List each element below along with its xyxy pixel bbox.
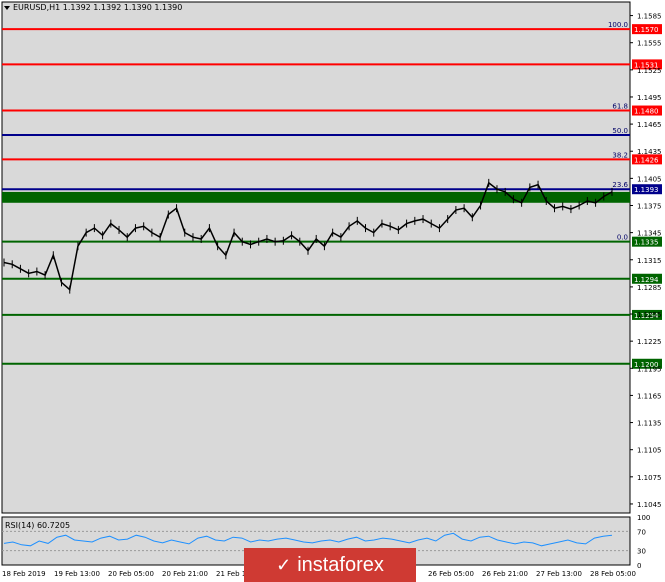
chart-title-text: EURUSD,H1 1.1392 1.1392 1.1390 1.1390	[13, 3, 183, 12]
price-tick-7: 1.1375	[637, 202, 662, 210]
time-tick-7: 27 Feb 13:00	[536, 570, 582, 578]
level-tag-4: 1.1426	[634, 156, 659, 164]
rsi-tick-3: 0	[637, 562, 641, 570]
price-tick-6: 1.1405	[637, 175, 662, 183]
instaforex-logo: ✓ instaforex	[244, 548, 416, 582]
price-tick-13: 1.1195	[637, 365, 662, 373]
fib-label-5: 23.6	[612, 181, 628, 189]
time-tick-1: 19 Feb 13:00	[54, 570, 100, 578]
time-tick-8: 28 Feb 05:00	[590, 570, 636, 578]
time-tick-2: 20 Feb 05:00	[108, 570, 154, 578]
price-tick-0: 1.1585	[637, 13, 662, 21]
fib-label-2: 61.8	[612, 103, 628, 111]
fib-label-6: 0.0	[617, 234, 628, 242]
price-tick-11: 1.1255	[637, 311, 662, 319]
level-tag-6: 1.1335	[634, 239, 659, 247]
instaforex-logo-icon: ✓	[276, 554, 292, 575]
dropdown-triangle-icon[interactable]	[4, 5, 10, 10]
chart-title: EURUSD,H1 1.1392 1.1392 1.1390 1.1390	[4, 3, 182, 12]
level-tag-7: 1.1294	[634, 276, 659, 284]
price-tick-16: 1.1105	[637, 447, 662, 455]
level-tag-0: 1.1570	[634, 26, 659, 34]
time-tick-4: 21 Feb 1	[216, 570, 246, 578]
price-tick-3: 1.1495	[637, 94, 662, 102]
price-tick-14: 1.1165	[637, 392, 662, 400]
price-tick-9: 1.1315	[637, 257, 662, 265]
price-tick-5: 1.1435	[637, 148, 662, 156]
price-tick-15: 1.1135	[637, 420, 662, 428]
chart-svg: 100.01.15701.153161.81.148050.038.21.142…	[0, 0, 665, 582]
price-tick-1: 1.1555	[637, 40, 662, 48]
price-tick-2: 1.1525	[637, 67, 662, 75]
fib-label-4: 38.2	[612, 151, 628, 159]
time-tick-0: 18 Feb 2019	[2, 570, 46, 578]
rsi-tick-1: 70	[637, 528, 646, 536]
price-tick-17: 1.1075	[637, 474, 662, 482]
level-tag-2: 1.1480	[634, 108, 659, 116]
fib-label-0: 100.0	[608, 21, 628, 29]
fib-label-3: 50.0	[612, 127, 628, 135]
level-tag-5: 1.1393	[634, 186, 659, 194]
time-tick-5: 26 Feb 05:00	[428, 570, 474, 578]
rsi-tick-0: 100	[637, 514, 650, 522]
time-tick-6: 26 Feb 21:00	[482, 570, 528, 578]
price-tick-10: 1.1285	[637, 284, 662, 292]
price-tick-12: 1.1225	[637, 338, 662, 346]
time-tick-3: 20 Feb 21:00	[162, 570, 208, 578]
main-plot-area[interactable]	[1, 1, 631, 514]
price-tick-4: 1.1465	[637, 121, 662, 129]
rsi-title: RSI(14) 60.7205	[5, 521, 71, 530]
logo-text: instaforex	[297, 553, 384, 576]
rsi-tick-2: 30	[637, 548, 646, 556]
green-band	[2, 191, 630, 203]
price-tick-8: 1.1345	[637, 230, 662, 238]
price-tick-18: 1.1045	[637, 501, 662, 509]
